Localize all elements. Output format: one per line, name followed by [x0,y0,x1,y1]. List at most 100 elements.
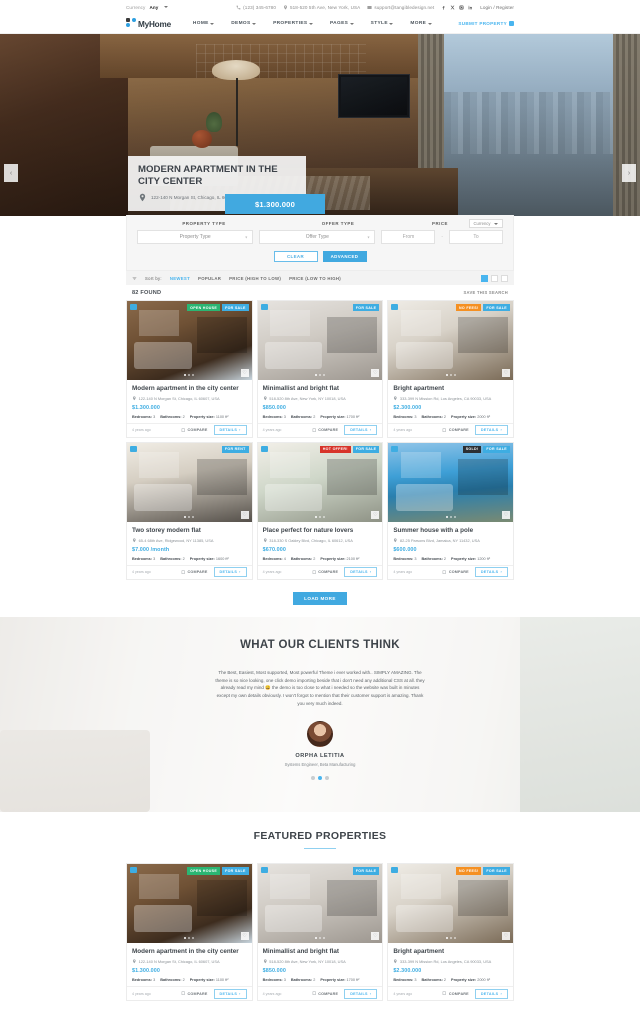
instagram-icon[interactable] [459,4,464,10]
details-button[interactable]: DETAILS › [213,425,247,436]
hero-next-button[interactable]: › [622,164,636,182]
view-mode-grid[interactable] [481,274,488,282]
compare-button[interactable]: COMPARE [181,991,207,996]
property-title[interactable]: Minimallist and bright flat [263,385,378,393]
compare-button[interactable]: COMPARE [442,570,469,574]
property-photo[interactable]: NO FEES! FOR SALE ♡ [388,864,513,944]
details-button[interactable]: DETAILS › [474,988,508,999]
offer-type-select[interactable]: Offer Type ▾ [259,230,376,244]
details-button[interactable]: DETAILS › [344,988,378,999]
property-photo[interactable]: OPEN HOUSE FOR SALE ♡ [127,864,252,944]
property-title[interactable]: Modern apartment in the city center [132,948,247,956]
nav-item-pages[interactable]: PAGES [330,21,354,26]
linkedin-icon[interactable] [468,5,473,10]
property-type-select[interactable]: Property Type ▾ [137,230,254,244]
property-title[interactable]: Minimallist and bright flat [263,948,378,956]
x-twitter-icon[interactable] [450,5,455,10]
property-card[interactable]: OPEN HOUSE FOR SALE ♡ Modern apartment in… [126,863,253,1002]
testimonial-dot-3[interactable] [325,776,329,781]
property-title[interactable]: Modern apartment in the city center [132,385,247,393]
facebook-icon[interactable] [441,5,446,10]
save-this-search-link[interactable]: SAVE THIS SEARCH [463,290,508,295]
property-photo[interactable]: HOT OFFER! FOR SALE ♡ [257,442,383,522]
property-photo[interactable]: OPEN HOUSE FOR SALE ♡ [127,301,252,380]
nav-item-more[interactable]: MORE [410,21,432,26]
nav-item-home[interactable]: HOME [193,21,215,26]
compare-button[interactable]: COMPARE [442,428,469,432]
favorite-icon[interactable]: ♡ [240,510,249,519]
compare-button[interactable]: COMPARE [312,428,338,432]
login-register-link[interactable]: Login / Register [480,5,514,10]
favorite-icon[interactable]: ♡ [501,510,510,519]
details-button[interactable]: DETAILS › [474,567,508,578]
logo[interactable]: MyHome [126,17,171,30]
submit-property-button[interactable]: SUBMIT PROPERTY [458,21,514,26]
compare-button[interactable]: COMPARE [312,570,338,574]
view-mode-compact[interactable] [501,274,508,282]
favorite-icon[interactable]: ♡ [371,510,380,519]
compare-button[interactable]: COMPARE [181,570,207,574]
property-photo[interactable]: FOR RENT ♡ [127,442,252,522]
compare-button[interactable]: COMPARE [312,991,338,996]
property-specs: Bedrooms: 3 Bathrooms: 2 Property size: … [132,415,247,419]
nav-item-style[interactable]: STYLE [371,21,394,26]
compare-button[interactable]: COMPARE [442,991,469,996]
property-card[interactable]: FOR SALE ♡ Minimallist and bright flat 5… [256,300,384,438]
favorite-icon[interactable]: ♡ [240,932,249,941]
property-card[interactable]: SOLD! FOR SALE ♡ Summer house with a pole… [387,441,514,580]
property-title[interactable]: Two storey modern flat [132,527,247,535]
view-mode-list[interactable] [491,274,498,282]
details-button[interactable]: DETAILS › [344,425,378,436]
chevron-down-icon [349,22,354,25]
nav-item-properties[interactable]: PROPERTIES [273,21,313,26]
details-button[interactable]: DETAILS › [213,567,247,578]
property-card[interactable]: OPEN HOUSE FOR SALE ♡ Modern apartment in… [126,300,253,438]
address-info[interactable]: 518-520 5th Ave, New York, USA [283,5,360,10]
load-more-button[interactable]: LOAD MORE [293,591,347,605]
property-card[interactable]: FOR SALE ♡ Minimallist and bright flat 5… [256,863,384,1002]
testimonial-dot-2[interactable] [318,776,322,781]
phone-info[interactable]: (123) 345-6780 [236,5,276,10]
testimonial-dot-1[interactable] [311,776,315,781]
hero-overlay [0,34,640,216]
details-button[interactable]: DETAILS › [344,567,378,578]
currency-selector[interactable]: Currency Any [126,5,168,10]
hero-price-badge[interactable]: $1.300.000 [225,194,325,214]
property-photo[interactable]: FOR SALE ♡ [257,864,383,944]
advanced-button[interactable]: ADVANCED [322,251,367,262]
property-photo[interactable]: NO FEES! FOR SALE ♡ [388,301,513,380]
social-links[interactable] [441,4,473,10]
details-button[interactable]: DETAILS › [213,988,247,999]
sort-option-price-low-to-high[interactable]: PRICE (LOW TO HIGH) [289,276,341,281]
clear-button[interactable]: CLEAR [273,251,318,262]
details-label: DETAILS [480,428,499,433]
property-address-text: 318-330 S Oakley Blvd, Chicago, IL 60612… [269,537,353,543]
email-info[interactable]: support@tangibledesign.net [367,5,434,10]
property-card[interactable]: HOT OFFER! FOR SALE ♡ Place perfect for n… [256,441,384,580]
nav-item-demos[interactable]: DEMOS [231,21,257,26]
sort-option-newest[interactable]: NEWEST [170,276,190,281]
property-title[interactable]: Summer house with a pole [393,527,508,535]
sort-option-price-high-to-low[interactable]: PRICE (HIGH TO LOW) [229,276,281,281]
property-card[interactable]: NO FEES! FOR SALE ♡ Bright apartment 333-… [387,300,514,438]
hero-prev-button[interactable]: ‹ [4,164,18,182]
currency-select[interactable]: Currency [468,219,503,229]
property-title[interactable]: Bright apartment [393,385,508,393]
favorite-icon[interactable]: ♡ [501,932,510,941]
price-from-input[interactable]: From [381,230,436,244]
details-button[interactable]: DETAILS › [474,425,508,436]
price-to-input[interactable]: To [449,230,503,244]
favorite-icon[interactable]: ♡ [501,369,510,377]
favorite-icon[interactable]: ♡ [371,932,380,941]
property-card[interactable]: FOR RENT ♡ Two storey modern flat 65-4 6… [126,441,253,580]
compare-button[interactable]: COMPARE [181,428,207,432]
property-photo[interactable]: FOR SALE ♡ [257,301,383,380]
label-price: PRICE [432,221,448,226]
property-photo[interactable]: SOLD! FOR SALE ♡ [388,442,513,522]
favorite-icon[interactable]: ♡ [240,369,249,377]
property-title[interactable]: Place perfect for nature lovers [263,527,378,535]
property-title[interactable]: Bright apartment [393,948,508,956]
sort-option-popular[interactable]: POPULAR [198,276,221,281]
property-card[interactable]: NO FEES! FOR SALE ♡ Bright apartment 333-… [387,863,514,1002]
favorite-icon[interactable]: ♡ [371,369,380,377]
